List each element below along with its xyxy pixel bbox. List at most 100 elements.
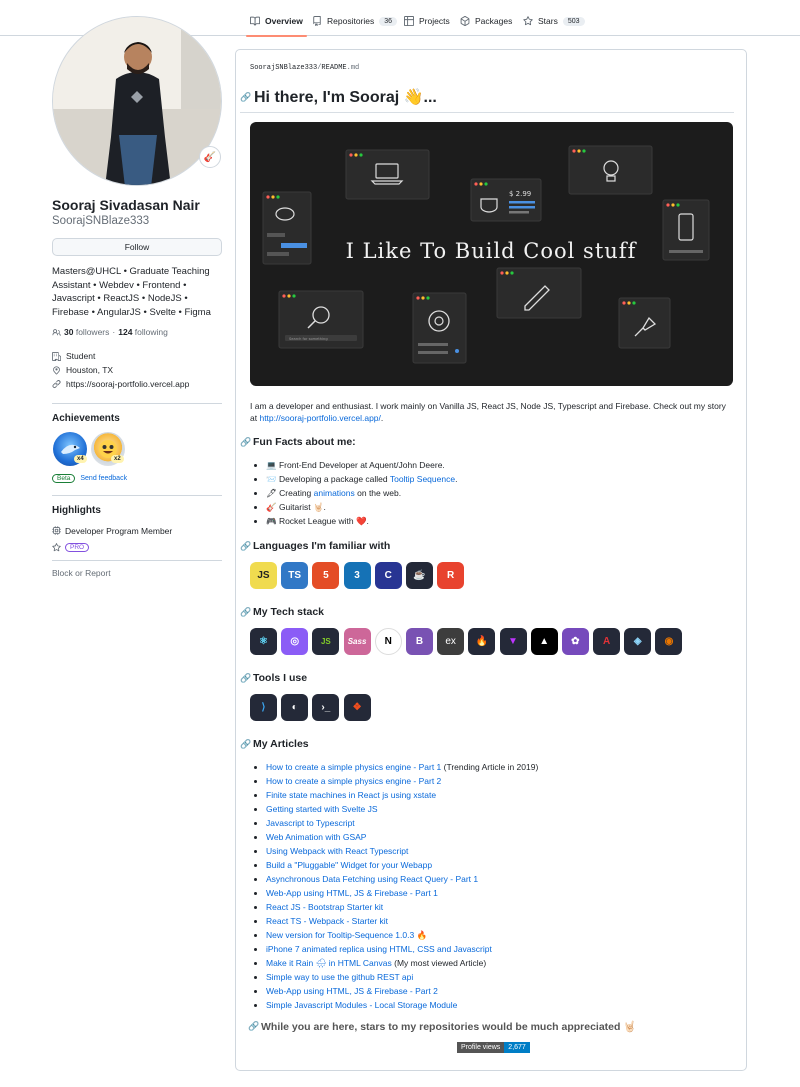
divider [52,560,222,562]
list-item: How to create a simple physics engine - … [266,774,538,788]
banner-headline: I Like To Build Cool stuff [346,239,638,263]
list-item: 📨 Developing a package called Tooltip Se… [266,472,457,486]
beta-label: Beta [52,474,76,484]
achievement-badges: x4 x2 [52,432,222,472]
anchor-link-icon[interactable]: 🔗 [240,541,251,552]
stars-request: 🔗 While you are here, stars to my reposit… [248,1021,637,1033]
star-icon [523,16,533,26]
list-item: 💻 Front-End Developer at Aquent/John Dee… [266,458,457,472]
anchor-link-icon[interactable]: 🔗 [240,673,251,684]
article-link[interactable]: iPhone 7 animated replica using HTML, CS… [266,944,492,954]
nextjs-icon: N [374,628,402,655]
article-link[interactable]: How to create a simple physics engine - … [266,762,441,772]
tab-label: Repositories [327,16,375,26]
tab-projects[interactable]: Projects [400,9,454,33]
chat-window [262,191,312,265]
status-emoji-badge[interactable]: 🎸 [199,146,221,168]
bootstrap-icon: B [405,628,433,655]
article-link[interactable]: Web-App using HTML, JS & Firebase - Part… [266,986,438,996]
profile-readme: SoorajSNBlaze333/README.md 🔗 Hi there, I… [235,49,747,1071]
location: Houston, TX [66,365,114,376]
repo-icon [313,16,321,26]
vite-icon: ▼ [499,628,527,655]
tab-overview[interactable]: Overview [246,9,307,37]
achievements-heading: Achievements [52,413,120,425]
article-link[interactable]: React TS - Webpack - Starter kit [266,916,388,926]
divider [52,403,222,405]
blender-icon: ◉ [655,628,683,655]
vercel-icon: ▲ [530,628,558,655]
article-link[interactable]: Javascript to Typescript [266,818,355,828]
guitar-icon: 🎸 [203,151,217,163]
article-link[interactable]: Finite state machines in React js using … [266,790,436,800]
fun-facts-heading: 🔗 Fun Facts about me: [240,436,356,448]
article-link[interactable]: Getting started with Svelte JS [266,804,378,814]
list-item: Simple way to use the github REST api [266,970,538,984]
rust-icon: R [437,562,465,589]
list-item: Build a "Pluggable" Widget for your Weba… [266,858,538,872]
list-item: 🎮 Rocket League with ❤️. [266,514,457,528]
article-link[interactable]: Simple Javascript Modules - Local Storag… [266,1000,457,1010]
list-item: Using Webpack with React Typescript [266,844,538,858]
tools-icons: ⟩ ◐ ›_ ❖ [250,694,371,721]
coffee-window: $ 2.99 [470,178,542,222]
anchor-link-icon[interactable]: 🔗 [248,1021,259,1032]
repo-count: 36 [379,16,398,26]
article-link[interactable]: Asynchronous Data Fetching using React Q… [266,874,478,884]
price-text: $ 2.99 [509,190,531,198]
list-item: iPhone 7 animated replica using HTML, CS… [266,942,538,956]
readme-owner-link[interactable]: SoorajSNBlaze333 [250,64,317,72]
article-link[interactable]: New version for Tooltip-Sequence 1.0.3 🔥 [266,930,427,940]
list-item: Finite state machines in React js using … [266,788,538,802]
tech-stack-icons: ⚛ ◎ JS Sass N B ex 🔥 ▼ ▲ ✿ A ◈ ◉ [250,628,683,655]
link-icon [52,379,61,388]
portfolio-link[interactable]: http://sooraj-portfolio.vercel.app/ [259,413,380,423]
c-language-icon: C [374,562,402,589]
article-link[interactable]: Web Animation with GSAP [266,832,366,842]
anchor-link-icon[interactable]: 🔗 [240,739,251,750]
anchor-link-icon[interactable]: 🔗 [240,92,251,103]
block-report-link[interactable]: Block or Report [52,568,222,578]
anchor-link-icon[interactable]: 🔗 [240,437,251,448]
book-icon [250,16,260,26]
location-pin-icon [53,366,60,375]
send-feedback-link[interactable]: Send feedback [80,475,127,482]
tools-heading: 🔗 Tools I use [240,672,308,684]
nodejs-icon: JS [312,628,340,655]
people-icon [52,328,61,336]
tab-label: Stars [538,16,558,26]
banner-search-text: Search for something [289,337,328,341]
following-link[interactable]: 124 following [118,327,168,337]
tooltip-sequence-link[interactable]: Tooltip Sequence [390,474,455,484]
website-link[interactable]: https://sooraj-portfolio.vercel.app [66,379,189,389]
tab-repositories[interactable]: Repositories 36 [308,9,401,33]
follow-button[interactable]: Follow [52,238,222,256]
readme-breadcrumb: SoorajSNBlaze333/README.md [250,64,360,72]
avatar[interactable] [52,16,222,186]
article-link[interactable]: Simple way to use the github REST api [266,972,413,982]
firebase-icon: 🔥 [468,628,496,655]
list-item: 🖋 Creating animations on the web. [266,486,457,500]
list-item: 🎸 Guitarist 🤘🏻. [266,500,457,514]
express-icon: ex [437,628,465,655]
achievement-multiplier: x2 [111,455,124,464]
animations-link[interactable]: animations [314,488,355,498]
profile-name: Sooraj Sivadasan Nair [52,197,200,213]
article-link[interactable]: Make it Rain 🌧 in HTML Canvas [266,958,392,968]
article-link[interactable]: Using Webpack with React Typescript [266,846,408,856]
anchor-link-icon[interactable]: 🔗 [240,607,251,618]
company-item: Student [52,349,222,363]
article-link[interactable]: React JS - Bootstrap Starter kit [266,902,383,912]
package-icon [460,16,470,26]
followers-link[interactable]: 30 followers [64,327,109,337]
vscode-icon: ⟩ [250,694,277,721]
divider [52,495,222,497]
redux-saga-icon: ✿ [561,628,589,655]
article-link[interactable]: Build a "Pluggable" Widget for your Weba… [266,860,432,870]
article-link[interactable]: How to create a simple physics engine - … [266,776,441,786]
list-item: React JS - Bootstrap Starter kit [266,900,538,914]
github-icon: ◐ [281,694,309,721]
article-link[interactable]: Web-App using HTML, JS & Firebase - Part… [266,888,438,898]
tab-stars[interactable]: Stars 503 [519,9,589,33]
tab-packages[interactable]: Packages [456,9,516,33]
